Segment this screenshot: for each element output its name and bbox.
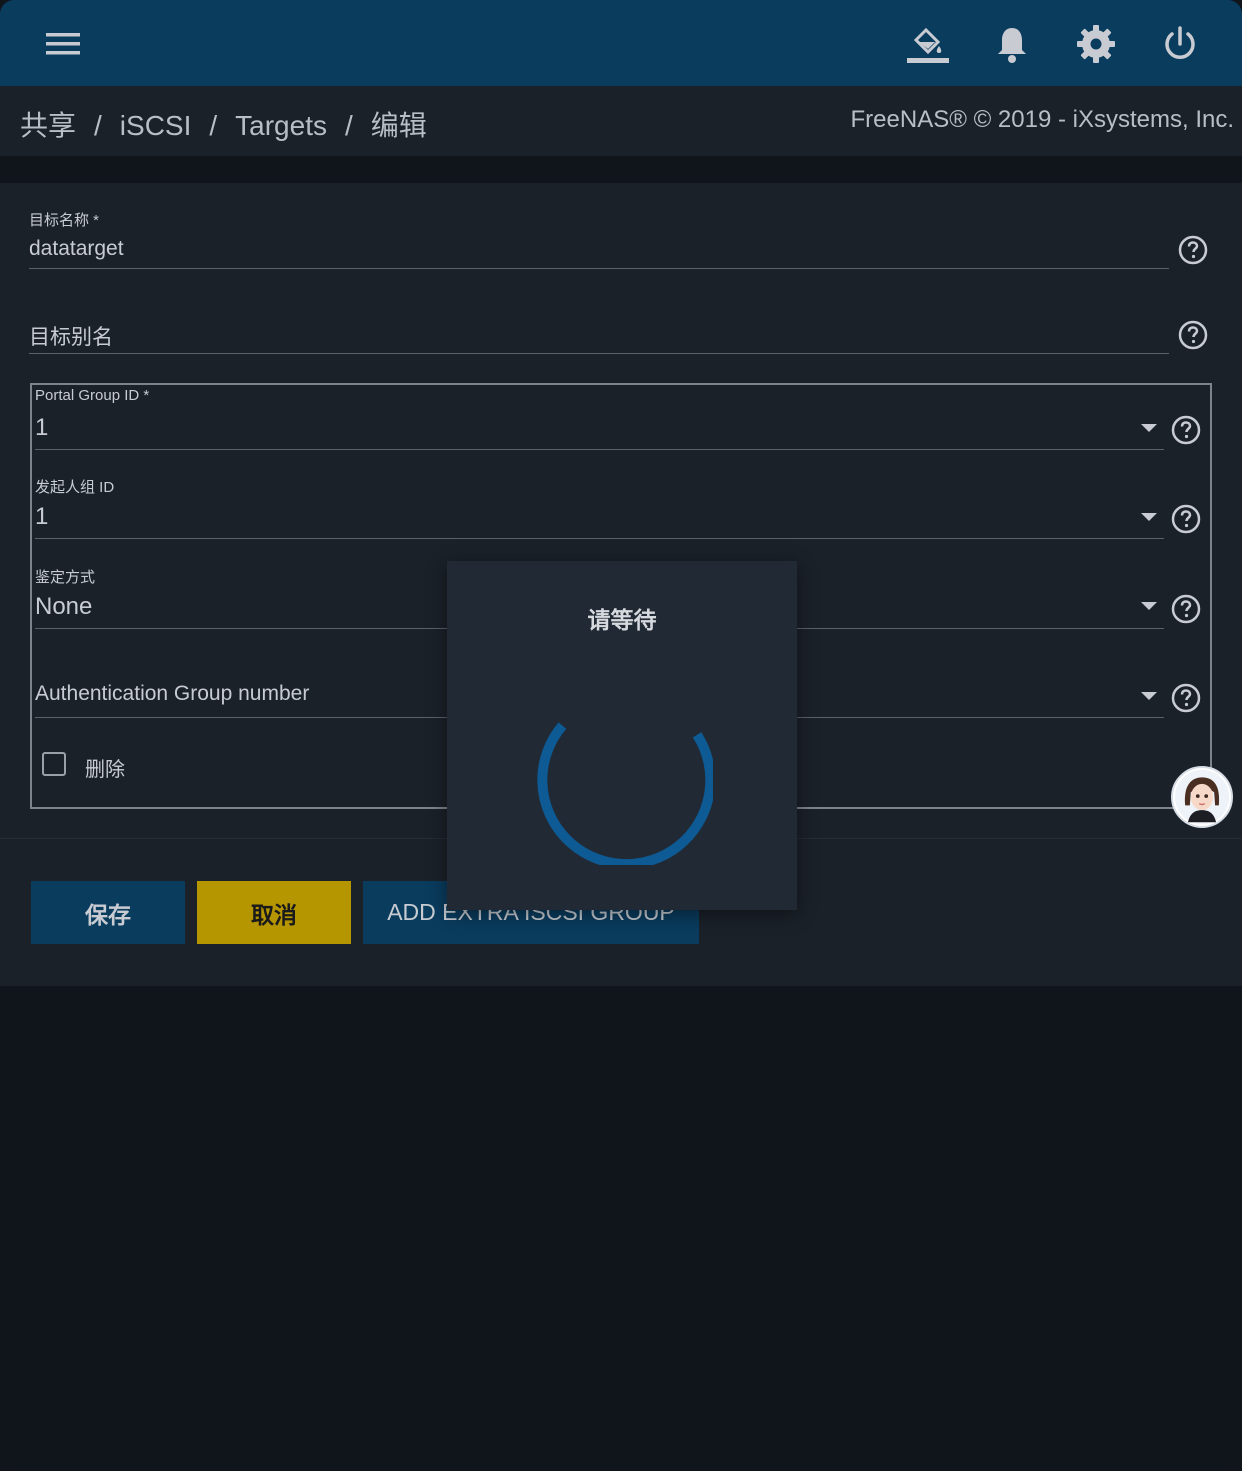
chevron-down-icon[interactable] (1141, 424, 1157, 432)
help-icon[interactable] (1178, 235, 1208, 265)
breadcrumb: 共享 / iSCSI / Targets / 编辑 (20, 104, 427, 144)
assistant-avatar[interactable] (1171, 766, 1233, 828)
delete-checkbox-label: 删除 (85, 759, 125, 781)
help-icon[interactable] (1171, 683, 1201, 713)
auth-method-label: 鉴定方式 (35, 569, 96, 586)
chevron-down-icon[interactable] (1141, 513, 1157, 521)
auth-group-number-select[interactable]: Authentication Group number (35, 682, 309, 706)
help-icon[interactable] (1171, 504, 1201, 534)
delete-checkbox[interactable] (42, 752, 66, 776)
target-name-input[interactable]: datatarget (29, 237, 124, 261)
breadcrumb-item-edit: 编辑 (370, 110, 427, 141)
paint-bucket-icon[interactable] (906, 22, 950, 66)
breadcrumb-separator: / (94, 110, 102, 141)
target-alias-underline (29, 353, 1169, 354)
portal-group-id-label: Portal Group ID * (35, 387, 150, 404)
dialog-title: 请等待 (587, 607, 657, 633)
power-icon[interactable] (1158, 22, 1202, 66)
help-icon[interactable] (1178, 320, 1208, 350)
breadcrumb-bar: 共享 / iSCSI / Targets / 编辑 FreeNAS® © 2019 - iX… (0, 86, 1242, 156)
gear-icon[interactable] (1074, 22, 1118, 66)
help-icon[interactable] (1171, 594, 1201, 624)
loading-dialog: 请等待 (447, 561, 797, 910)
portal-group-id-select[interactable]: 1 (35, 414, 48, 442)
help-icon[interactable] (1171, 415, 1201, 445)
breadcrumb-item-targets[interactable]: Targets (235, 110, 327, 141)
save-button[interactable]: 保存 (31, 881, 185, 944)
target-name-underline (29, 268, 1169, 269)
bell-icon[interactable] (990, 22, 1034, 66)
app-window: 共享 / iSCSI / Targets / 编辑 FreeNAS® © 2019 - iX… (0, 0, 1242, 1471)
menu-icon[interactable] (41, 22, 85, 66)
breadcrumb-separator: / (344, 110, 353, 141)
breadcrumb-item-iscsi[interactable]: iSCSI (120, 110, 192, 141)
initiator-group-id-underline (35, 538, 1164, 539)
initiator-group-id-label: 发起人组 ID (35, 479, 115, 496)
initiator-group-id-select[interactable]: 1 (35, 503, 48, 531)
portal-group-id-underline (35, 449, 1164, 450)
loading-spinner-icon (537, 722, 713, 865)
chevron-down-icon[interactable] (1141, 602, 1157, 610)
chevron-down-icon[interactable] (1141, 692, 1157, 700)
top-toolbar (0, 0, 1242, 86)
breadcrumb-separator: / (209, 110, 218, 141)
target-alias-input[interactable]: 目标别名 (29, 321, 113, 351)
cancel-button[interactable]: 取消 (197, 881, 351, 944)
breadcrumb-item-sharing[interactable]: 共享 (20, 110, 76, 141)
copyright-text: FreeNAS® © 2019 - iXsystems, Inc. (850, 106, 1234, 133)
target-name-label: 目标名称 * (29, 212, 100, 229)
auth-method-select[interactable]: None (35, 593, 92, 621)
